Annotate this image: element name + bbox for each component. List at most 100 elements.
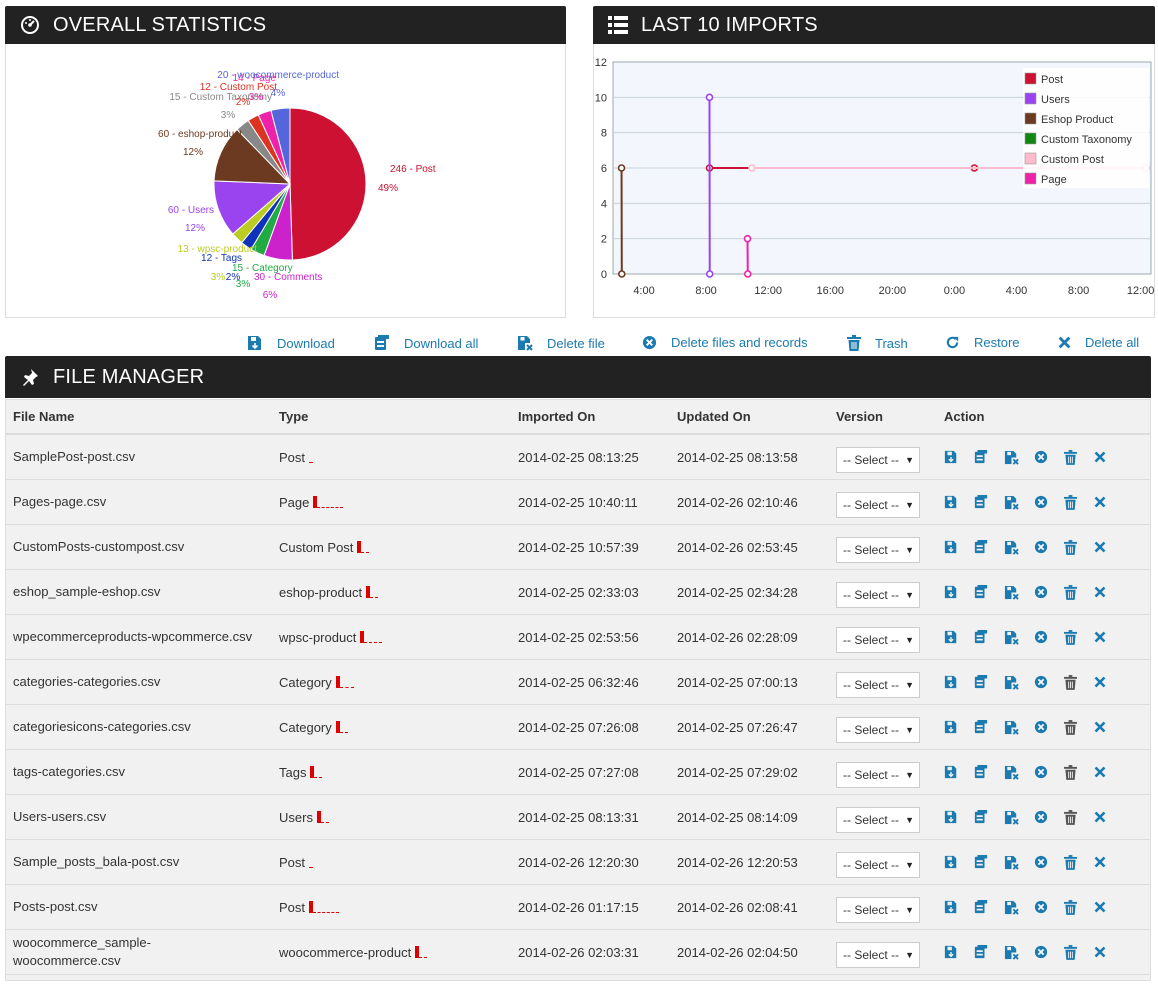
version-select[interactable]: -- Select -- ▼ (836, 851, 920, 878)
download-icon[interactable] (944, 450, 974, 464)
version-select[interactable]: -- Select -- ▼ (836, 581, 920, 608)
delete-file-icon[interactable] (1004, 540, 1034, 555)
delete-file-icon[interactable] (1004, 630, 1034, 645)
download-icon[interactable] (944, 765, 974, 779)
delete-all-button[interactable]: Delete all (1058, 335, 1139, 350)
delete-records-icon[interactable] (1034, 720, 1064, 734)
version-select[interactable]: -- Select -- ▼ (836, 446, 920, 473)
version-select[interactable]: -- Select -- ▼ (836, 716, 920, 743)
download-all-icon[interactable] (974, 540, 1004, 554)
download-all-icon[interactable] (974, 900, 1004, 914)
stats-panel-body: 246 - Post 49% 30 - Comments 6% 15 - Categor… (5, 44, 566, 318)
delete-all-icon[interactable] (1094, 721, 1124, 733)
download-all-icon[interactable] (974, 585, 1004, 599)
version-select[interactable]: -- Select -- ▼ (836, 761, 920, 788)
download-all-icon[interactable] (974, 945, 1004, 959)
download-all-button[interactable]: Download all (374, 335, 478, 351)
download-icon[interactable] (944, 855, 974, 869)
delete-file-icon[interactable] (1004, 810, 1034, 825)
delete-all-icon[interactable] (1094, 451, 1124, 463)
download-all-icon[interactable] (974, 675, 1004, 689)
delete-records-icon[interactable] (1034, 810, 1064, 824)
trash-icon[interactable] (1064, 629, 1094, 645)
delete-all-icon[interactable] (1094, 586, 1124, 598)
delete-file-icon[interactable] (1004, 855, 1034, 870)
version-select[interactable]: -- Select -- ▼ (836, 806, 920, 833)
series-point (705, 270, 714, 278)
delete-records-icon[interactable] (1034, 540, 1064, 554)
delete-records-icon[interactable] (1034, 675, 1064, 689)
trash-icon[interactable] (1064, 674, 1094, 690)
delete-all-icon[interactable] (1094, 946, 1124, 958)
delete-records-icon[interactable] (1034, 450, 1064, 464)
delete-file-button[interactable]: Delete file (517, 335, 605, 351)
delete-records-icon[interactable] (1034, 495, 1064, 509)
trash-icon[interactable] (1064, 584, 1094, 600)
download-all-icon[interactable] (974, 495, 1004, 509)
delete-all-icon[interactable] (1094, 541, 1124, 553)
version-select[interactable]: -- Select -- ▼ (836, 896, 920, 923)
delete-all-icon[interactable] (1094, 631, 1124, 643)
table-row: Pages-page.csv Page 2014-02-25 10:40:11 201… (6, 479, 1150, 525)
download-all-icon[interactable] (974, 630, 1004, 644)
delete-file-icon[interactable] (1004, 675, 1034, 690)
trash-icon[interactable] (1064, 494, 1094, 510)
version-select[interactable]: -- Select -- ▼ (836, 671, 920, 698)
trash-icon[interactable] (1064, 449, 1094, 465)
delete-files-and-records-button[interactable]: Delete files and records (642, 335, 808, 350)
trash-icon[interactable] (1064, 944, 1094, 960)
delete-all-icon[interactable] (1094, 901, 1124, 913)
version-select[interactable]: -- Select -- ▼ (836, 626, 920, 653)
download-icon[interactable] (944, 900, 974, 914)
file-table: File Name Type Imported On Updated On Ve… (6, 400, 1150, 975)
delete-records-icon[interactable] (1034, 945, 1064, 959)
trash-icon[interactable] (1064, 719, 1094, 735)
download-icon[interactable] (944, 495, 974, 509)
version-select[interactable]: -- Select -- ▼ (836, 941, 920, 968)
delete-records-icon[interactable] (1034, 630, 1064, 644)
download-icon[interactable] (944, 540, 974, 554)
download-icon[interactable] (944, 675, 974, 689)
trash-icon[interactable] (1064, 809, 1094, 825)
trash-icon[interactable] (1064, 764, 1094, 780)
delete-all-icon[interactable] (1094, 496, 1124, 508)
delete-file-icon[interactable] (1004, 495, 1034, 510)
download-icon[interactable] (944, 630, 974, 644)
trash-icon[interactable] (1064, 899, 1094, 915)
chevron-down-icon: ▼ (905, 679, 914, 690)
delete-all-icon[interactable] (1094, 676, 1124, 688)
delete-records-icon[interactable] (1034, 585, 1064, 599)
download-label: Download (277, 335, 335, 351)
download-all-icon[interactable] (974, 810, 1004, 824)
download-all-icon[interactable] (974, 855, 1004, 869)
imported-on-cell: 2014-02-25 02:53:56 (511, 614, 670, 660)
download-icon[interactable] (944, 585, 974, 599)
version-select[interactable]: -- Select -- ▼ (836, 491, 920, 518)
trash-icon[interactable] (1064, 539, 1094, 555)
delete-file-icon[interactable] (1004, 450, 1034, 465)
delete-file-icon[interactable] (1004, 765, 1034, 780)
download-all-icon[interactable] (974, 450, 1004, 464)
download-icon[interactable] (944, 720, 974, 734)
delete-file-icon[interactable] (1004, 900, 1034, 915)
delete-records-icon[interactable] (1034, 855, 1064, 869)
delete-all-icon[interactable] (1094, 856, 1124, 868)
download-icon[interactable] (944, 945, 974, 959)
version-select-value: -- Select -- (843, 947, 900, 962)
version-select[interactable]: -- Select -- ▼ (836, 536, 920, 563)
trash-button[interactable]: Trash (847, 335, 908, 351)
delete-records-icon[interactable] (1034, 765, 1064, 779)
delete-all-icon[interactable] (1094, 811, 1124, 823)
download-all-icon[interactable] (974, 720, 1004, 734)
delete-records-icon[interactable] (1034, 900, 1064, 914)
trash-icon[interactable] (1064, 854, 1094, 870)
delete-all-icon[interactable] (1094, 766, 1124, 778)
delete-file-icon[interactable] (1004, 585, 1034, 600)
download-icon[interactable] (944, 810, 974, 824)
restore-button[interactable]: Restore (945, 335, 1020, 350)
download-button[interactable]: Download (247, 335, 335, 351)
download-all-icon[interactable] (974, 765, 1004, 779)
delete-file-icon[interactable] (1004, 945, 1034, 960)
delete-file-icon[interactable] (1004, 720, 1034, 735)
imported-on-cell: 2014-02-26 02:03:31 (511, 929, 670, 975)
